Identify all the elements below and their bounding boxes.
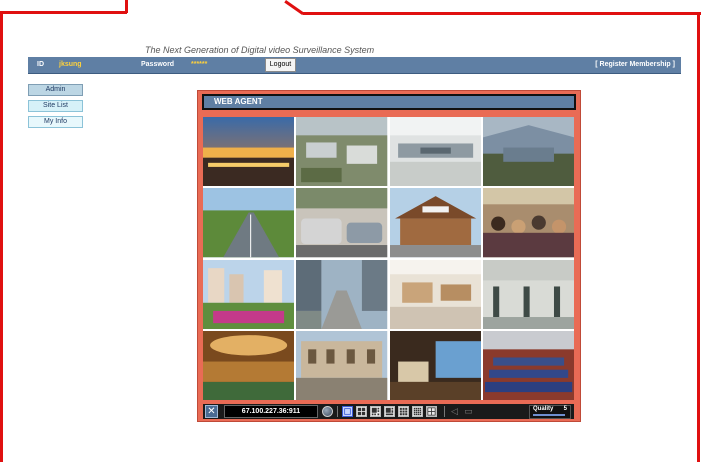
sidebar-item-admin[interactable]: Admin xyxy=(28,84,83,96)
web-agent-panel: WEB AGENT ✕ 67.100.227.36:911 ◁ ▭ Qualit… xyxy=(197,90,581,422)
layout-custom-icon[interactable] xyxy=(426,406,437,417)
connect-knob-icon[interactable] xyxy=(322,406,333,417)
sidebar-item-my-info[interactable]: My Info xyxy=(28,116,83,128)
server-address: 67.100.227.36:911 xyxy=(224,405,318,418)
web-agent-title: WEB AGENT xyxy=(202,94,576,110)
layout-2x2-icon[interactable] xyxy=(356,406,367,417)
camera-view-12[interactable] xyxy=(482,259,574,329)
camera-view-1[interactable] xyxy=(203,117,295,187)
camera-view-2[interactable] xyxy=(296,117,388,187)
annotation-line-left-bottom xyxy=(0,11,127,14)
separator xyxy=(337,406,338,417)
camera-view-9[interactable] xyxy=(203,259,295,329)
layout-4x4-icon[interactable] xyxy=(412,406,423,417)
sidebar-item-site-list[interactable]: Site List xyxy=(28,100,83,112)
camera-view-11[interactable] xyxy=(389,259,481,329)
control-bar: ✕ 67.100.227.36:911 ◁ ▭ Quality 5 xyxy=(203,404,574,419)
sidebar: Admin Site List My Info xyxy=(28,84,83,132)
camera-grid xyxy=(203,117,574,400)
password-label: Password xyxy=(141,61,175,68)
quality-control[interactable]: Quality 5 xyxy=(529,404,571,419)
record-icon[interactable]: ▭ xyxy=(463,406,474,417)
camera-view-10[interactable] xyxy=(296,259,388,329)
camera-view-5[interactable] xyxy=(203,188,295,258)
id-value: jksung xyxy=(59,61,82,68)
camera-view-8[interactable] xyxy=(482,188,574,258)
camera-view-3[interactable] xyxy=(389,117,481,187)
tagline: The Next Generation of Digital video Sur… xyxy=(145,45,375,55)
layout-1plus7-icon[interactable] xyxy=(384,406,395,417)
layout-1plus5-icon[interactable] xyxy=(370,406,381,417)
top-bar: ID jksung Password ****** Logout [ Regis… xyxy=(28,57,681,74)
quality-value: 5 xyxy=(563,405,567,412)
logout-button[interactable]: Logout xyxy=(265,58,296,72)
speaker-icon[interactable]: ◁ xyxy=(449,406,460,417)
camera-view-4[interactable] xyxy=(482,117,574,187)
separator xyxy=(444,406,445,417)
camera-view-14[interactable] xyxy=(296,330,388,400)
layout-1x1-icon[interactable] xyxy=(342,406,353,417)
quality-label: Quality xyxy=(533,405,554,412)
id-label: ID xyxy=(37,61,44,68)
layout-3x3-icon[interactable] xyxy=(398,406,409,417)
camera-view-7[interactable] xyxy=(389,188,481,258)
camera-view-16[interactable] xyxy=(482,330,574,400)
quality-slider[interactable] xyxy=(533,413,565,416)
annotation-line-right xyxy=(697,12,700,462)
password-value: ****** xyxy=(191,61,208,68)
annotation-line-top-right xyxy=(303,12,701,15)
camera-view-6[interactable] xyxy=(296,188,388,258)
register-membership-link[interactable]: [ Register Membership ] xyxy=(595,61,675,68)
camera-view-15[interactable] xyxy=(389,330,481,400)
annotation-line-left xyxy=(0,11,3,462)
camera-view-13[interactable] xyxy=(203,330,295,400)
annotation-line-diagonal xyxy=(284,0,305,16)
close-icon[interactable]: ✕ xyxy=(205,405,218,418)
